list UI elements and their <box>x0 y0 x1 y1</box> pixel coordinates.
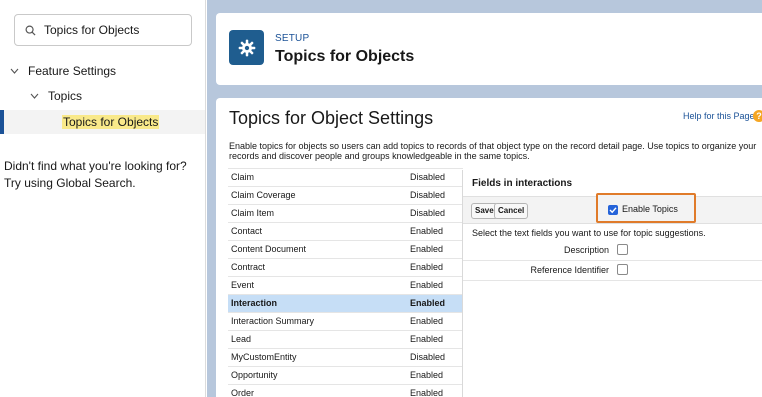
object-name: Content Document <box>231 244 307 254</box>
settings-description: Enable topics for objects so users can a… <box>229 141 757 161</box>
object-status: Disabled <box>410 352 446 362</box>
page-header: SETUP Topics for Objects <box>216 13 762 85</box>
field-label: Description <box>563 245 609 255</box>
object-name: Event <box>231 280 255 290</box>
object-status: Enabled <box>410 298 446 308</box>
fields-panel: Fields in interactions Save Cancel Enabl… <box>462 170 762 397</box>
object-row[interactable]: Content Document Enabled <box>228 241 463 259</box>
object-status: Disabled <box>410 190 446 200</box>
tree-item-topics-for-objects[interactable]: Topics for Objects <box>0 110 205 134</box>
object-status: Enabled <box>410 370 444 380</box>
settings-title: Topics for Object Settings <box>229 108 434 128</box>
field-row-reference-identifier: Reference Identifier <box>463 261 762 281</box>
page-title: Topics for Objects <box>275 48 415 65</box>
help-line: Didn't find what you're looking for? <box>4 159 187 173</box>
object-status: Enabled <box>410 316 444 326</box>
object-name: Opportunity <box>231 370 278 380</box>
object-name: Lead <box>231 334 252 344</box>
select-hint: Select the text fields you want to use f… <box>472 228 706 238</box>
gear-icon <box>229 30 264 65</box>
tree-item-label: Feature Settings <box>28 64 117 78</box>
field-row-description: Description <box>463 241 762 261</box>
search-value: Topics for Objects <box>44 23 140 37</box>
settings-card: Topics for Object Settings Help for this… <box>216 98 762 397</box>
search-icon <box>25 25 36 36</box>
tree-item-label: Topics for Objects <box>62 115 160 129</box>
object-name: Contract <box>231 262 266 272</box>
object-row[interactable]: Interaction Enabled <box>228 295 463 313</box>
help-icon[interactable]: ? <box>753 110 762 122</box>
object-name: Contact <box>231 226 263 236</box>
fields-toolbar: Save Cancel Enable Topics <box>463 193 762 224</box>
object-row[interactable]: Order Enabled <box>228 385 463 397</box>
chevron-down-icon[interactable] <box>30 93 40 99</box>
field-checkbox[interactable] <box>617 264 628 275</box>
object-row[interactable]: Claim Coverage Disabled <box>228 187 463 205</box>
object-name: Interaction Summary <box>231 316 315 326</box>
help-link[interactable]: Help for this Page <box>683 111 755 121</box>
object-status: Enabled <box>410 226 444 236</box>
object-status: Enabled <box>410 244 444 254</box>
object-list: Claim Disabled Claim Coverage Disabled Claim… <box>228 168 463 397</box>
cancel-button[interactable]: Cancel <box>494 203 529 219</box>
tree-item-topics[interactable]: Topics <box>30 89 82 103</box>
enable-topics-label: Enable Topics <box>622 204 678 214</box>
object-name: Claim <box>231 172 255 182</box>
tree-item-feature-settings[interactable]: Feature Settings <box>10 64 116 78</box>
setup-sidebar: Topics for Objects Feature Settings Topi… <box>0 0 206 397</box>
object-status: Enabled <box>410 334 444 344</box>
object-name: Claim Item <box>231 208 275 218</box>
chevron-down-icon[interactable] <box>10 68 20 74</box>
object-row[interactable]: Claim Item Disabled <box>228 205 463 223</box>
object-row[interactable]: Event Enabled <box>228 277 463 295</box>
object-name: MyCustomEntity <box>231 352 297 362</box>
selected-indicator <box>0 110 4 134</box>
object-status: Disabled <box>410 208 446 218</box>
object-status: Enabled <box>410 280 444 290</box>
object-status: Enabled <box>410 262 444 272</box>
object-name: Claim Coverage <box>231 190 296 200</box>
checkmark-icon <box>609 207 617 214</box>
object-row[interactable]: Opportunity Enabled <box>228 367 463 385</box>
object-status: Enabled <box>410 388 444 397</box>
object-row[interactable]: Contract Enabled <box>228 259 463 277</box>
object-name: Order <box>231 388 255 397</box>
sidebar-help-text: Didn't find what you're looking for? Try… <box>4 158 204 192</box>
object-row[interactable]: MyCustomEntity Disabled <box>228 349 463 367</box>
main-area: SETUP Topics for Objects Topics for Obje… <box>207 0 762 397</box>
enable-topics-checkbox[interactable] <box>608 205 618 215</box>
object-row[interactable]: Contact Enabled <box>228 223 463 241</box>
fields-panel-title: Fields in interactions <box>472 178 573 189</box>
enable-topics-highlight: Enable Topics <box>596 193 696 223</box>
setup-label: SETUP <box>275 33 310 44</box>
field-checkbox[interactable] <box>617 244 628 255</box>
help-line: Try using Global Search. <box>4 176 136 190</box>
object-row[interactable]: Lead Enabled <box>228 331 463 349</box>
object-name: Interaction <box>231 298 278 308</box>
field-label: Reference Identifier <box>530 265 609 275</box>
quick-find-search[interactable]: Topics for Objects <box>14 14 192 46</box>
object-row[interactable]: Interaction Summary Enabled <box>228 313 463 331</box>
object-status: Disabled <box>410 172 446 182</box>
object-row[interactable]: Claim Disabled <box>228 169 463 187</box>
tree-item-label: Topics <box>48 89 83 103</box>
